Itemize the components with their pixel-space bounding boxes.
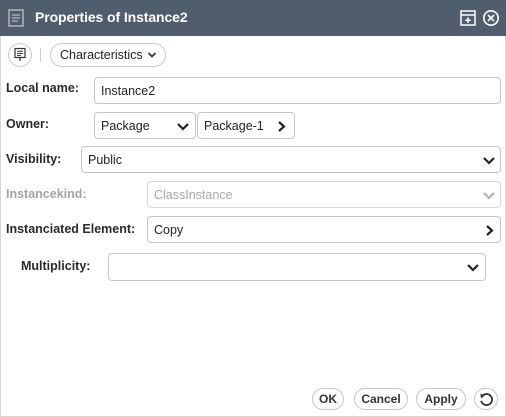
chevron-down-icon — [147, 52, 157, 58]
visibility-value: Public — [88, 153, 123, 167]
instanciated-element-field[interactable]: Copy — [147, 216, 501, 243]
owner-reference-value: Package-1 — [204, 119, 264, 133]
visibility-label: Visibility: — [6, 152, 62, 166]
chevron-down-icon — [467, 264, 479, 272]
cancel-button[interactable]: Cancel — [354, 388, 408, 410]
chevron-down-icon — [177, 123, 189, 131]
local-name-label: Local name: — [6, 81, 79, 95]
instancekind-select: ClassInstance — [147, 181, 501, 208]
instancekind-value: ClassInstance — [154, 188, 233, 202]
title-bar: Properties of Instance2 — [0, 0, 506, 36]
local-name-input[interactable]: Instance2 — [94, 77, 501, 104]
multiplicity-label: Multiplicity: — [21, 259, 91, 273]
instancekind-label: Instancekind: — [6, 187, 87, 201]
note-button[interactable] — [8, 43, 32, 67]
close-icon[interactable] — [482, 9, 500, 27]
reset-button[interactable] — [474, 388, 498, 410]
chevron-down-icon — [483, 157, 495, 165]
owner-type-select[interactable]: Package — [94, 112, 196, 139]
instanciated-element-value: Copy — [154, 223, 184, 237]
note-icon — [14, 47, 26, 61]
ok-button[interactable]: OK — [312, 388, 344, 410]
maximize-icon[interactable] — [459, 9, 477, 27]
view-selector-label: Characteristics — [60, 48, 143, 62]
toolbar-divider — [40, 48, 41, 62]
owner-type-value: Package — [101, 119, 150, 133]
visibility-select[interactable]: Public — [81, 146, 501, 173]
multiplicity-select[interactable] — [108, 253, 486, 281]
chevron-down-icon — [483, 192, 495, 200]
view-selector[interactable]: Characteristics — [50, 43, 166, 67]
reset-icon — [480, 393, 493, 406]
document-icon — [8, 9, 24, 27]
window-title: Properties of Instance2 — [35, 9, 188, 25]
local-name-value: Instance2 — [101, 84, 156, 98]
chevron-right-icon[interactable] — [485, 224, 494, 237]
instanciated-element-label: Instanciated Element: — [6, 222, 136, 236]
apply-button[interactable]: Apply — [416, 388, 466, 410]
owner-label: Owner: — [6, 117, 50, 131]
chevron-right-icon[interactable] — [277, 120, 286, 133]
owner-reference-field[interactable]: Package-1 — [197, 112, 295, 139]
